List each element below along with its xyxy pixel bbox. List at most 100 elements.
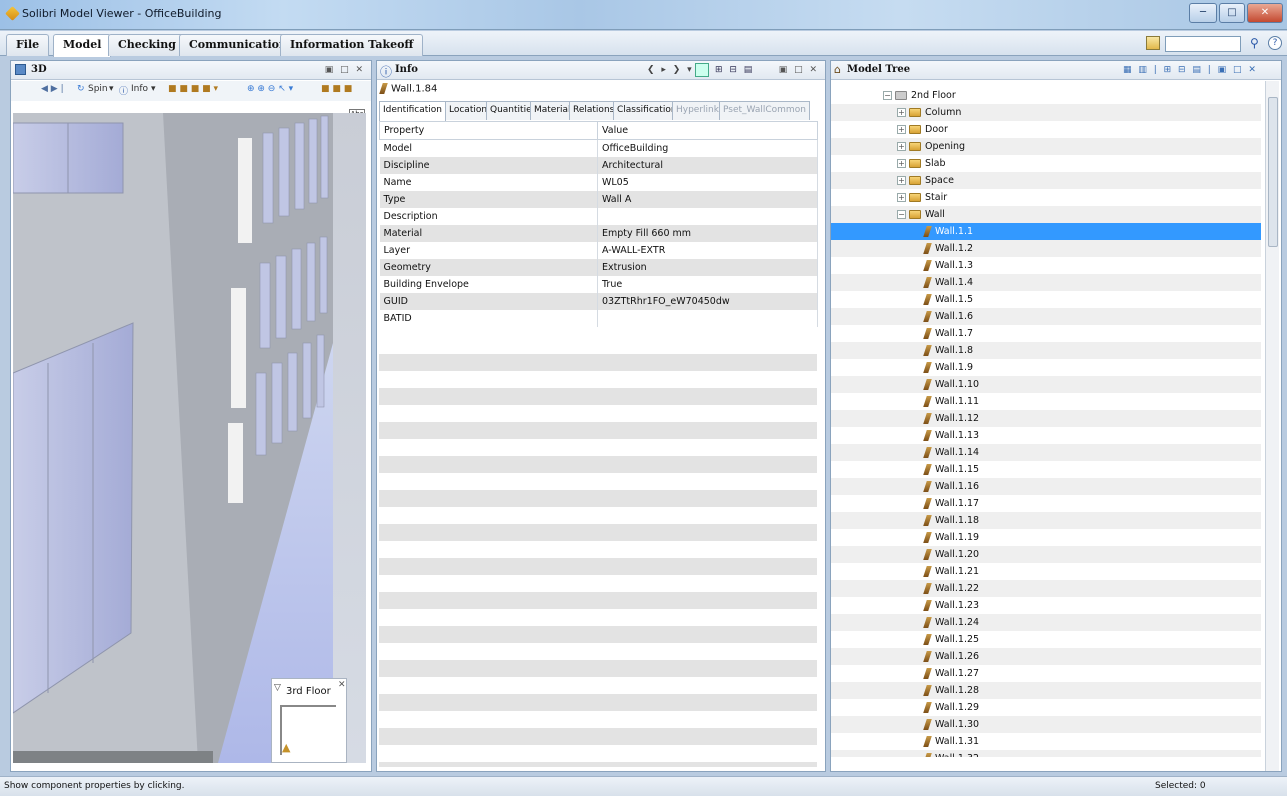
tree-item-group[interactable]: + Door <box>831 121 1261 138</box>
tab-location[interactable]: Location <box>445 101 492 120</box>
tree-item-label: Wall.1.5 <box>935 294 974 305</box>
table-row[interactable]: Geometry Extrusion <box>379 258 818 276</box>
help-icon[interactable]: ? <box>1268 36 1282 50</box>
minimize-button[interactable]: ─ <box>1189 3 1217 23</box>
tree-item-wall[interactable]: Wall.1.30 <box>831 716 1261 733</box>
table-row[interactable]: Model OfficeBuilding <box>379 139 818 157</box>
tab-identification[interactable]: Identification <box>379 101 447 121</box>
tree-item-wall[interactable]: Wall.1.4 <box>831 274 1261 291</box>
tree-item-wall[interactable]: Wall.1.8 <box>831 342 1261 359</box>
chevron-down-icon[interactable]: ▾ <box>109 84 114 94</box>
tab-classification[interactable]: Classification <box>613 101 681 120</box>
tree-item-group[interactable]: + Stair <box>831 189 1261 206</box>
collapse-icon[interactable]: − <box>883 91 892 100</box>
spin-button[interactable]: Spin <box>88 84 108 94</box>
tree-item-wall[interactable]: Wall.1.6 <box>831 308 1261 325</box>
tree-item-wall[interactable]: Wall.1.21 <box>831 563 1261 580</box>
expand-collapse-icons[interactable]: ⊞ ⊟ ▤ <box>715 65 754 75</box>
tab-model[interactable]: Model <box>53 34 112 57</box>
layout-icon[interactable] <box>1146 36 1160 50</box>
zoom-icons[interactable]: ⊕ ⊕ ⊖ ↖ ▾ <box>247 84 293 94</box>
tree-item-group[interactable]: + Slab <box>831 155 1261 172</box>
tree-scrollbar-thumb[interactable] <box>1268 97 1278 247</box>
tree-item-wall[interactable]: Wall.1.5 <box>831 291 1261 308</box>
tree-item-wall[interactable]: Wall.1.32 <box>831 750 1261 757</box>
tree-item-wall[interactable]: Wall.1.11 <box>831 393 1261 410</box>
fit-icon[interactable]: ■ ■ ■ <box>321 84 352 94</box>
tree-item-wall[interactable]: Wall.1.12 <box>831 410 1261 427</box>
tree-item-wall[interactable]: Wall.1.2 <box>831 240 1261 257</box>
tab-relations[interactable]: Relations <box>569 101 619 120</box>
expand-icon[interactable]: + <box>897 176 906 185</box>
tree-item-wall[interactable]: Wall.1.16 <box>831 478 1261 495</box>
tree-item-wall[interactable]: Wall.1.29 <box>831 699 1261 716</box>
expand-icon[interactable]: + <box>897 108 906 117</box>
tree-item-wall[interactable]: Wall.1.9 <box>831 359 1261 376</box>
maximize-button[interactable]: □ <box>1219 3 1245 23</box>
tree-item-wall[interactable]: Wall.1.13 <box>831 427 1261 444</box>
info-button[interactable]: Info <box>131 84 148 94</box>
tree-item-wall[interactable]: Wall.1.28 <box>831 682 1261 699</box>
panel-info-window-controls[interactable]: ▣ □ ✕ <box>779 65 819 75</box>
tree-item-wall[interactable]: Wall.1.1 <box>831 223 1261 240</box>
panel-3d-window-controls[interactable]: ▣ □ ✕ <box>325 65 365 75</box>
table-row[interactable]: Name WL05 <box>379 173 818 191</box>
tree-item-wall[interactable]: Wall.1.22 <box>831 580 1261 597</box>
table-row[interactable]: Type Wall A <box>379 190 818 208</box>
tree-item-floor[interactable]: − 2nd Floor <box>831 87 1261 104</box>
tree-item-group[interactable]: + Column <box>831 104 1261 121</box>
expand-icon[interactable]: + <box>897 193 906 202</box>
expand-icon[interactable]: + <box>897 159 906 168</box>
tree-item-group[interactable]: + Space <box>831 172 1261 189</box>
tree-item-group[interactable]: + Opening <box>831 138 1261 155</box>
spin-icon[interactable]: ↻ <box>77 84 85 94</box>
tree-item-wall[interactable]: Wall.1.25 <box>831 631 1261 648</box>
view-cube-icons[interactable]: ■ ■ ■ ■ ▾ <box>168 84 218 94</box>
table-row[interactable]: Description <box>379 207 818 225</box>
tree-item-wall[interactable]: Wall.1.14 <box>831 444 1261 461</box>
tree-item-wall[interactable]: Wall.1.19 <box>831 529 1261 546</box>
tree-item-wall[interactable]: Wall.1.3 <box>831 257 1261 274</box>
close-button[interactable]: ✕ <box>1247 3 1283 23</box>
3d-viewport[interactable]: ▽ 3rd Floor ✕ ▲ <box>13 113 366 763</box>
column-header-property[interactable]: Property <box>379 121 598 140</box>
table-row[interactable]: Building Envelope True <box>379 275 818 293</box>
tree-item-wall[interactable]: Wall.1.18 <box>831 512 1261 529</box>
search-input[interactable] <box>1165 36 1241 52</box>
table-row[interactable]: GUID 03ZTtRhr1FO_eW70450dw <box>379 292 818 310</box>
tree-item-wall[interactable]: Wall.1.10 <box>831 376 1261 393</box>
tree-item-wall[interactable]: Wall.1.26 <box>831 648 1261 665</box>
tree-item-wall[interactable]: Wall.1.20 <box>831 546 1261 563</box>
tab-file[interactable]: File <box>6 34 50 56</box>
tab-material[interactable]: Material <box>530 101 575 120</box>
tree-item-label: Wall.1.13 <box>935 430 980 441</box>
tree-item-wall[interactable]: Wall.1.15 <box>831 461 1261 478</box>
table-row[interactable]: Material Empty Fill 660 mm <box>379 224 818 242</box>
floor-minimap[interactable]: ▽ 3rd Floor ✕ ▲ <box>271 678 347 763</box>
tree-scrollbar[interactable] <box>1265 81 1279 771</box>
expand-icon[interactable]: − <box>897 210 906 219</box>
expand-icon[interactable]: + <box>897 142 906 151</box>
navigation-arrows-icon[interactable]: ❮ ▸ ❯ ▾ <box>647 65 694 75</box>
back-forward-icon[interactable]: ◀ ▶ | <box>41 84 64 94</box>
expand-icon[interactable]: + <box>897 125 906 134</box>
tree-item-wall[interactable]: Wall.1.17 <box>831 495 1261 512</box>
table-row[interactable]: Discipline Architectural <box>379 156 818 174</box>
column-header-value[interactable]: Value <box>597 121 818 140</box>
close-icon[interactable]: ✕ <box>338 680 346 690</box>
binoculars-icon[interactable]: ⚲ <box>1250 36 1259 50</box>
tree-item-wall[interactable]: Wall.1.23 <box>831 597 1261 614</box>
tree-filter-icons[interactable]: ▦ ▥ | ⊞ ⊟ ▤ | ▣ □ ✕ <box>1123 65 1258 75</box>
tree-item-wall[interactable]: Wall.1.24 <box>831 614 1261 631</box>
tab-information-takeoff[interactable]: Information Takeoff <box>280 34 424 56</box>
table-row[interactable]: BATID <box>379 309 818 327</box>
tree-item-wall[interactable]: Wall.1.27 <box>831 665 1261 682</box>
tab-checking[interactable]: Checking <box>108 34 186 56</box>
table-row[interactable]: Layer A-WALL-EXTR <box>379 241 818 259</box>
chevron-down-icon[interactable]: ▾ <box>151 84 156 94</box>
tree-item-wall[interactable]: Wall.1.7 <box>831 325 1261 342</box>
tree-item-wall[interactable]: Wall.1.31 <box>831 733 1261 750</box>
sync-selection-icon[interactable] <box>695 63 709 77</box>
tree-item-group[interactable]: − Wall <box>831 206 1261 223</box>
property-value: WL05 <box>597 173 818 191</box>
